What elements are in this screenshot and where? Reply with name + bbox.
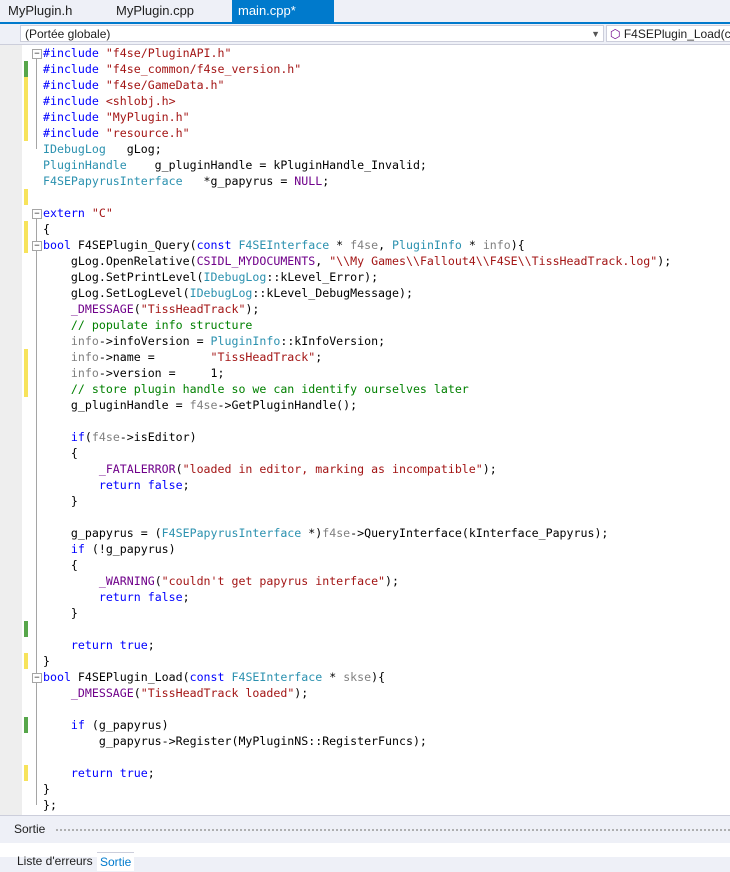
chevron-down-icon: ▼ [591,29,600,39]
code-line[interactable]: bool F4SEPlugin_Load(const F4SEInterface… [43,669,385,685]
change-bar-unsaved [24,365,28,381]
code-line[interactable]: return false; [43,477,190,493]
change-bar-unsaved [24,765,28,781]
navigation-bar: (Portée globale) ▼ ⬡ F4SEPlugin_Load(co [0,24,730,45]
function-icon: ⬡ [610,27,621,41]
tab-label: MyPlugin.h [8,3,73,18]
panel-drag-grip[interactable] [55,828,730,832]
code-line[interactable]: #include <shlobj.h> [43,93,176,109]
change-bar-unsaved [24,349,28,365]
code-line[interactable]: { [43,221,50,237]
code-line[interactable]: #include "f4se/GameData.h" [43,77,225,93]
output-panel: Sortie Liste d'erreurs Sortie [0,815,730,872]
change-bar-saved [24,717,28,733]
code-line[interactable]: info->version = 1; [43,365,225,381]
collapse-toggle-icon[interactable]: − [32,49,42,59]
code-line[interactable]: #include "f4se/PluginAPI.h" [43,45,231,61]
change-bar-unsaved [24,125,28,141]
code-line[interactable]: if (!g_papyrus) [43,541,176,557]
code-line[interactable]: F4SEPapyrusInterface *g_papyrus = NULL; [43,173,329,189]
change-bar-unsaved [24,77,28,93]
tab-label: main.cpp* [238,3,296,18]
code-line[interactable]: _FATALERROR("loaded in editor, marking a… [43,461,497,477]
code-line[interactable]: } [43,653,50,669]
document-tab-bar: MyPlugin.h MyPlugin.cpp main.cpp* ⊐ ✕ [0,0,730,40]
code-line[interactable]: _DMESSAGE("TissHeadTrack loaded"); [43,685,308,701]
change-bar-unsaved [24,93,28,109]
change-bar-unsaved [24,109,28,125]
outline-guide [36,58,37,149]
code-line[interactable]: #include "MyPlugin.h" [43,109,190,125]
code-line[interactable]: if (g_papyrus) [43,717,169,733]
code-line[interactable]: gLog.OpenRelative(CSIDL_MYDOCUMENTS, "\\… [43,253,671,269]
change-bar-saved [24,621,28,637]
code-line[interactable]: IDebugLog gLog; [43,141,162,157]
collapse-toggle-icon[interactable]: − [32,209,42,219]
tab-main-cpp[interactable]: main.cpp* ⊐ ✕ [232,0,334,40]
code-line[interactable]: #include "resource.h" [43,125,190,141]
code-line[interactable]: gLog.SetPrintLevel(IDebugLog::kLevel_Err… [43,269,378,285]
tab-myplugin-cpp[interactable]: MyPlugin.cpp [110,0,200,22]
code-line[interactable]: if(f4se->isEditor) [43,429,197,445]
code-line[interactable]: // populate info structure [43,317,252,333]
change-bar-unsaved [24,653,28,669]
code-line[interactable]: { [43,557,78,573]
code-line[interactable]: return false; [43,589,190,605]
code-line[interactable]: extern "C" [43,205,113,221]
code-line[interactable]: PluginHandle g_pluginHandle = kPluginHan… [43,157,427,173]
scope-dropdown-value: (Portée globale) [25,27,111,41]
outline-guide [36,218,37,805]
code-line[interactable]: #include "f4se_common/f4se_version.h" [43,61,301,77]
code-editor[interactable]: − − − − #include "f4se/PluginAPI.h" #include… [0,45,730,815]
code-line[interactable]: { [43,445,78,461]
output-panel-title: Sortie [14,822,46,836]
function-dropdown-value: F4SEPlugin_Load(co [623,27,730,41]
code-line[interactable]: } [43,781,50,797]
code-line[interactable]: info->name = "TissHeadTrack"; [43,349,322,365]
function-dropdown[interactable]: ⬡ F4SEPlugin_Load(co [606,25,730,42]
indicator-margin [0,45,22,815]
change-bar-saved [24,61,28,77]
code-line[interactable]: return true; [43,765,155,781]
code-line[interactable]: } [43,493,78,509]
tab-label: MyPlugin.cpp [116,3,195,18]
code-line[interactable]: return true; [43,637,155,653]
code-line[interactable]: // store plugin handle so we can identif… [43,381,469,397]
change-bar-unsaved [24,189,28,205]
code-line[interactable]: _WARNING("couldn't get papyrus interface… [43,573,399,589]
change-bar-unsaved [24,237,28,253]
scope-dropdown[interactable]: (Portée globale) ▼ [20,25,604,42]
code-line[interactable]: bool F4SEPlugin_Query(const F4SEInterfac… [43,237,525,253]
code-line[interactable]: info->infoVersion = PluginInfo::kInfoVer… [43,333,385,349]
collapse-toggle-icon[interactable]: − [32,241,42,251]
tab-error-list[interactable]: Liste d'erreurs [14,852,96,870]
code-line[interactable]: gLog.SetLogLevel(IDebugLog::kLevel_Debug… [43,285,413,301]
code-line[interactable]: g_papyrus->Register(MyPluginNS::Register… [43,733,427,749]
change-bar-unsaved [24,381,28,397]
change-bar-unsaved [24,221,28,237]
tab-output[interactable]: Sortie [97,852,135,871]
collapse-toggle-icon[interactable]: − [32,673,42,683]
code-line[interactable]: } [43,605,78,621]
tab-myplugin-h[interactable]: MyPlugin.h [2,0,78,22]
code-line[interactable]: g_papyrus = (F4SEPapyrusInterface *)f4se… [43,525,609,541]
code-line[interactable]: _DMESSAGE("TissHeadTrack"); [43,301,259,317]
code-line[interactable]: g_pluginHandle = f4se->GetPluginHandle()… [43,397,357,413]
code-line[interactable]: }; [43,797,57,813]
